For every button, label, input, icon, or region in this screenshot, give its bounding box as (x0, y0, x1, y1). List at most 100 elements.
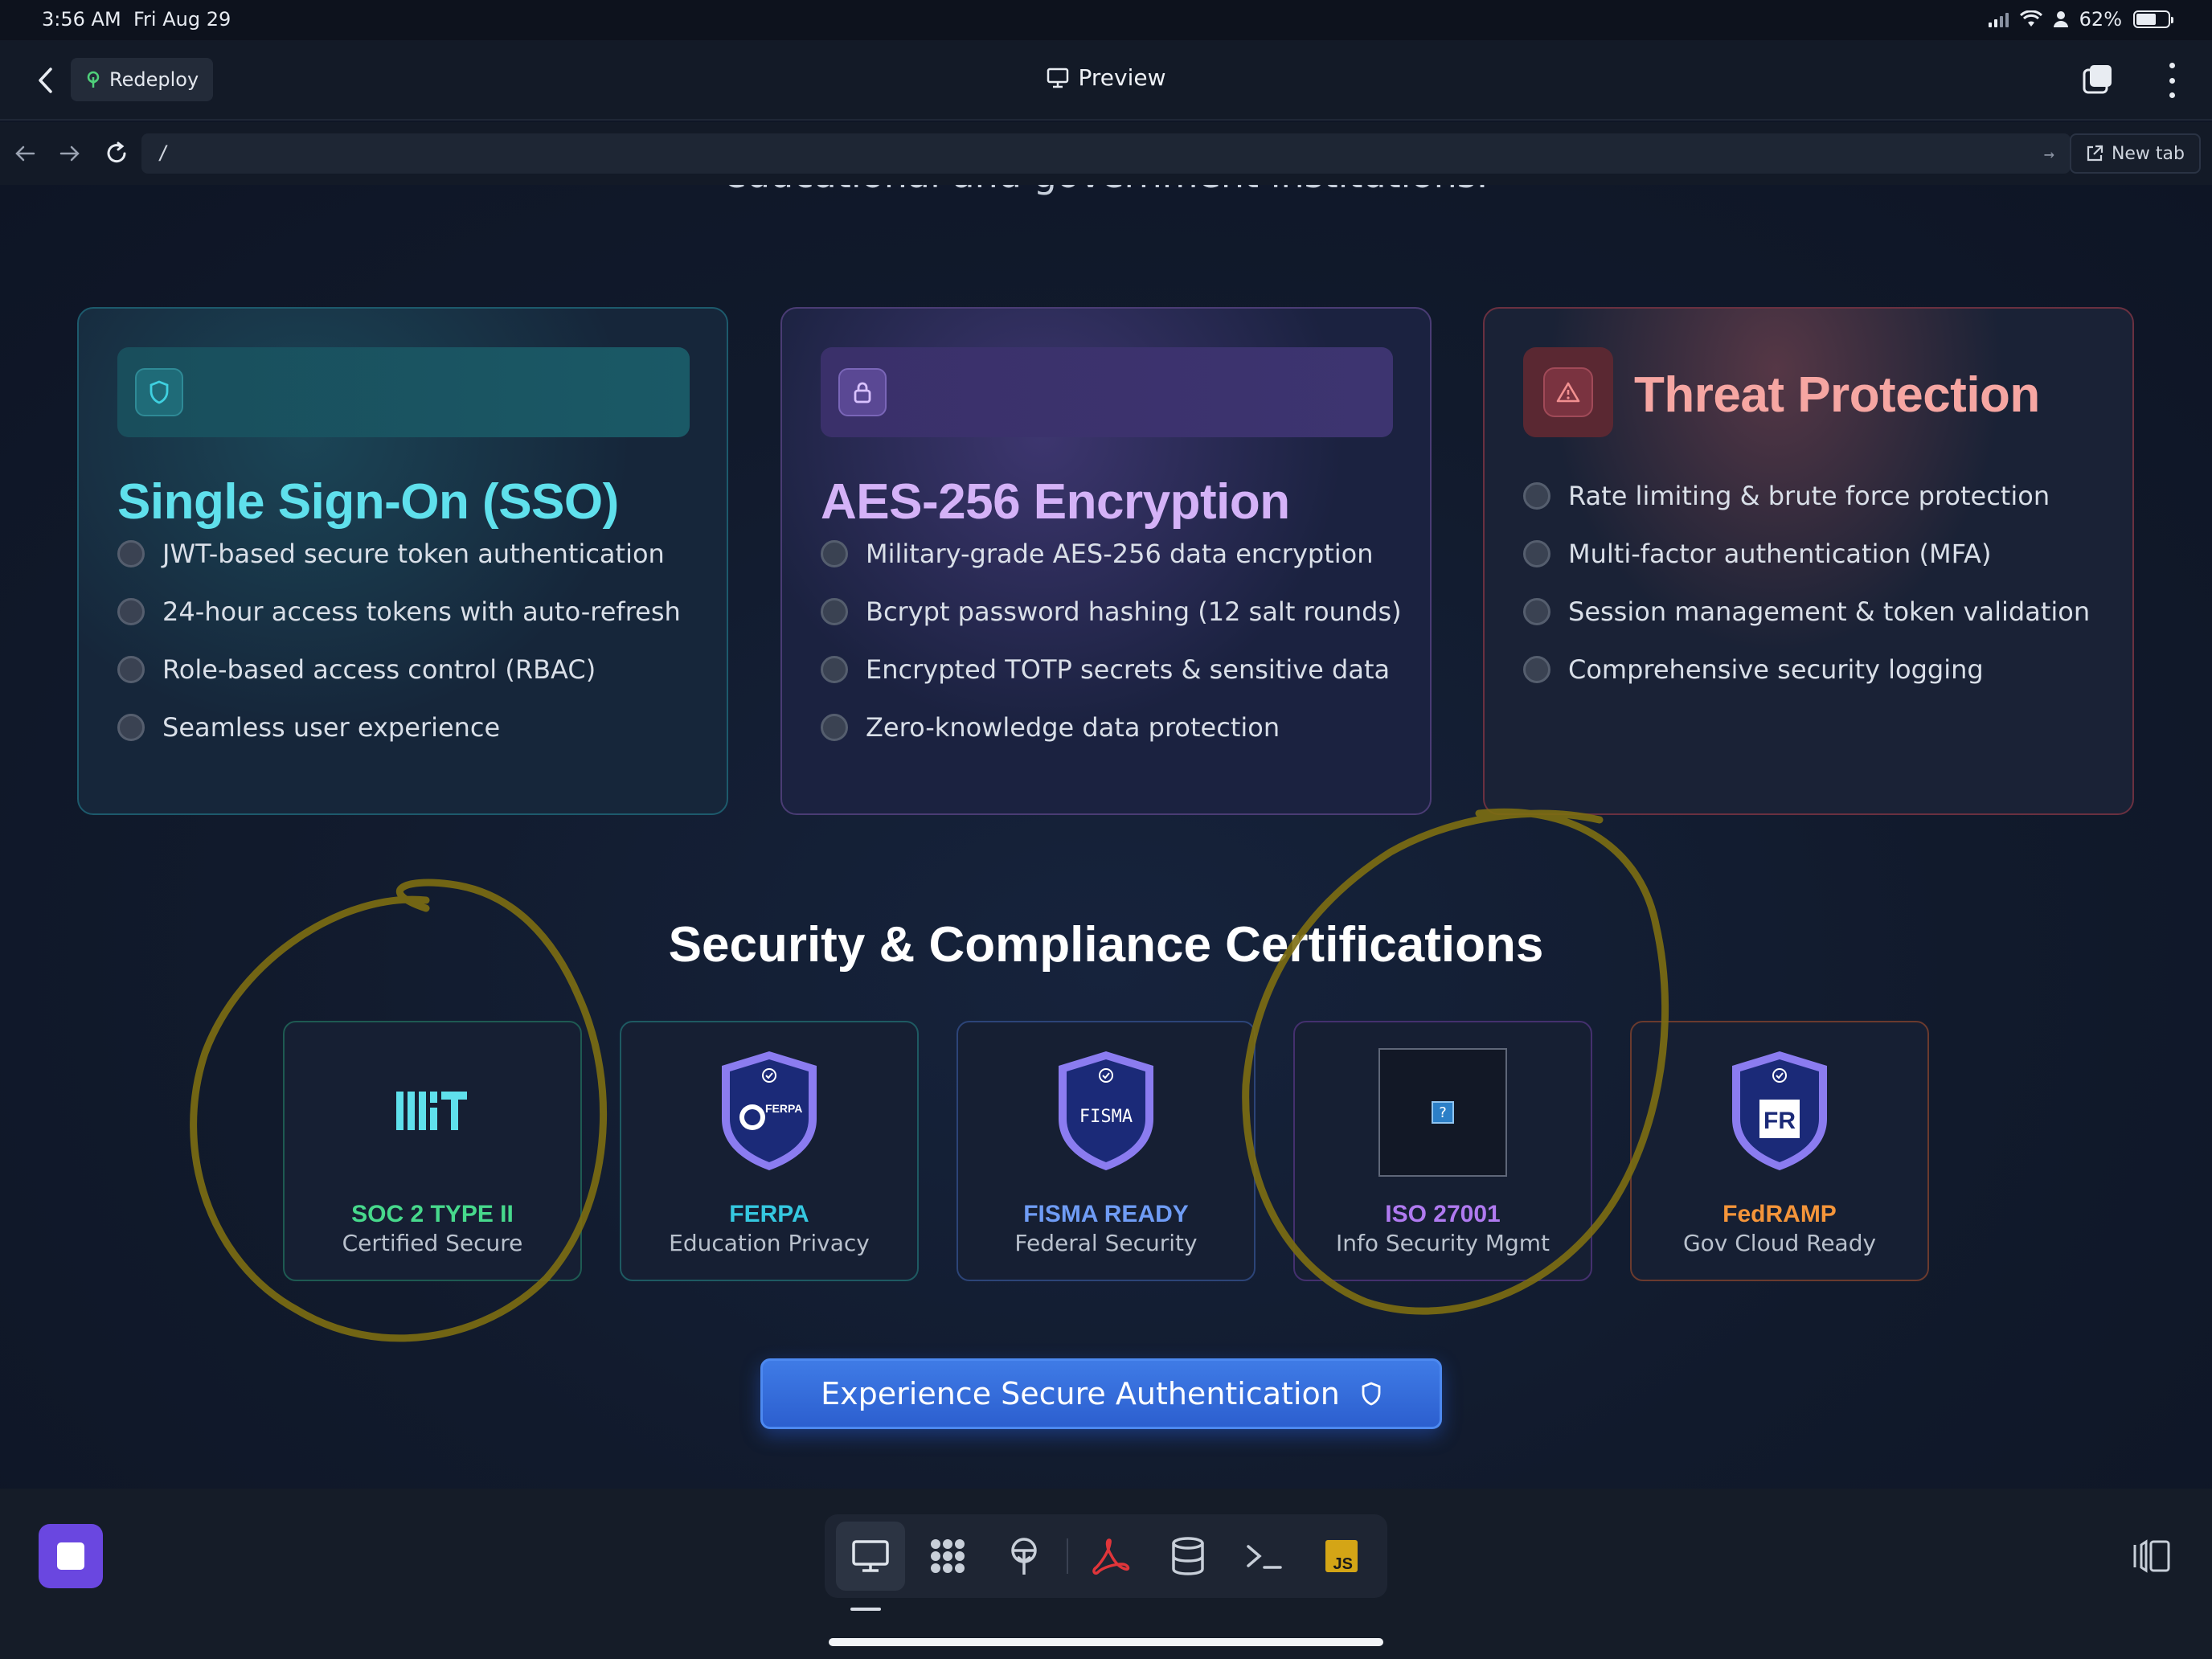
card-icon-container (1523, 347, 1613, 437)
go-arrow-icon[interactable]: → (2044, 145, 2054, 165)
feature-text: Role-based access control (RBAC) (162, 654, 596, 685)
feature-text: JWT-based secure token authentication (162, 539, 665, 569)
bullet-icon (117, 598, 145, 625)
experience-secure-auth-button[interactable]: Experience Secure Authentication (760, 1358, 1442, 1429)
feature-text: Encrypted TOTP secrets & sensitive data (866, 654, 1391, 685)
nav-forward-button[interactable] (56, 140, 84, 167)
wifi-icon (2019, 10, 2042, 27)
dock-apps-button[interactable] (913, 1522, 982, 1591)
feature-text: Comprehensive security logging (1568, 654, 1984, 685)
monitor-icon (852, 1540, 889, 1572)
bullet-icon (1523, 482, 1550, 510)
feature-text: Military-grade AES-256 data encryption (866, 539, 1374, 569)
bullet-icon (821, 540, 848, 567)
fisma-badge-text: FISMA (1079, 1107, 1133, 1127)
feature-text: Rate limiting & brute force protection (1568, 481, 2050, 511)
fedramp-badge-text: FR (1763, 1108, 1796, 1134)
cert-name: FISMA READY (1023, 1201, 1189, 1227)
apps-grid-icon (930, 1539, 965, 1573)
new-tab-button[interactable]: New tab (2069, 133, 2201, 174)
stop-button[interactable] (39, 1524, 103, 1588)
cert-name: ISO 27001 (1385, 1201, 1501, 1227)
arrow-left-icon (15, 145, 35, 162)
card-header-strip (117, 347, 690, 437)
feature-text: Bcrypt password hashing (12 salt rounds) (866, 596, 1402, 627)
cta-label: Experience Secure Authentication (821, 1376, 1340, 1411)
tool-dock: JS (825, 1514, 1387, 1598)
reload-button[interactable] (103, 140, 130, 167)
dock-database-button[interactable] (1153, 1522, 1223, 1591)
card-header-strip (821, 347, 1393, 437)
lock-icon (838, 368, 887, 416)
cert-name: FERPA (729, 1201, 809, 1227)
feature-text: Seamless user experience (162, 712, 501, 743)
shield-icon (1362, 1382, 1381, 1406)
home-indicator[interactable] (829, 1638, 1383, 1646)
stop-icon (57, 1542, 84, 1570)
dock-separator (1067, 1538, 1069, 1574)
status-time: 3:56 AM (42, 8, 121, 31)
bullet-icon (117, 540, 145, 567)
bullet-icon (1523, 540, 1550, 567)
feature-item: Rate limiting & brute force protection (1523, 481, 2050, 511)
cert-name: FedRAMP (1722, 1201, 1837, 1227)
bullet-icon (117, 714, 145, 741)
monitor-icon (1047, 68, 1068, 88)
pdf-icon (1092, 1538, 1130, 1575)
dock-deploy-button[interactable] (989, 1522, 1059, 1591)
feature-item: Bcrypt password hashing (12 salt rounds) (821, 596, 1402, 627)
feature-item: Role-based access control (RBAC) (117, 654, 596, 685)
nav-back-button[interactable] (11, 140, 39, 167)
status-bar: 3:56 AM Fri Aug 29 62% (0, 0, 2212, 40)
tabs-button[interactable] (2082, 63, 2114, 95)
tabs-icon (2083, 65, 2112, 94)
feature-item: Multi-factor authentication (MFA) (1523, 539, 1991, 569)
card-title: AES-256 Encryption (821, 474, 1290, 530)
dock-preview-button[interactable] (836, 1522, 905, 1591)
svg-text:JS: JS (1333, 1555, 1353, 1573)
url-input[interactable]: / → (141, 133, 2071, 174)
cert-subtitle: Info Security Mgmt (1336, 1230, 1550, 1256)
cert-card-ferpa: FERPA FERPA Education Privacy (620, 1021, 919, 1281)
bullet-icon (1523, 598, 1550, 625)
cert-card-iso: ? ISO 27001 Info Security Mgmt (1293, 1021, 1592, 1281)
feature-card-sso: Single Sign-On (SSO) JWT-based secure to… (77, 307, 728, 815)
external-link-icon (2087, 145, 2103, 162)
feature-text: Session management & token validation (1568, 596, 2091, 627)
preview-content: educational and government institutions.… (0, 185, 2212, 1489)
bullet-icon (117, 656, 145, 683)
feature-card-encryption: AES-256 Encryption Military-grade AES-25… (780, 307, 1432, 815)
feature-item: Military-grade AES-256 data encryption (821, 539, 1374, 569)
feature-card-threat: Threat Protection Rate limiting & brute … (1483, 307, 2134, 815)
certifications-title: Security & Compliance Certifications (668, 917, 1544, 973)
cellular-signal-icon (1988, 11, 2009, 27)
cert-subtitle: Federal Security (1014, 1230, 1198, 1256)
broken-image-icon: ? (1378, 1048, 1507, 1177)
more-options-icon[interactable] (2164, 63, 2180, 98)
bullet-icon (821, 714, 848, 741)
cert-subtitle: Gov Cloud Ready (1682, 1230, 1877, 1256)
cert-subtitle: Education Privacy (669, 1230, 870, 1256)
feature-item: 24-hour access tokens with auto-refresh (117, 596, 681, 627)
split-view-button[interactable] (2132, 1538, 2172, 1574)
fedramp-shield-icon: FR (1732, 1051, 1827, 1170)
card-title: Threat Protection (1634, 367, 2040, 423)
dock-pdf-button[interactable] (1076, 1522, 1145, 1591)
card-title: Single Sign-On (SSO) (117, 474, 619, 530)
feature-item: Seamless user experience (117, 712, 500, 743)
database-icon (1171, 1537, 1204, 1575)
battery-percent: 62% (2079, 8, 2122, 31)
cert-card-soc2: SOC 2 TYPE II Certified Secure (283, 1021, 582, 1281)
cert-card-fedramp: FR FedRAMP Gov Cloud Ready (1630, 1021, 1929, 1281)
cert-card-fisma: FISMA FISMA READY Federal Security (956, 1021, 1256, 1281)
reload-icon (107, 141, 126, 163)
dock-js-button[interactable]: JS (1307, 1522, 1376, 1591)
dock-terminal-button[interactable] (1231, 1522, 1300, 1591)
mit-logo (396, 1092, 467, 1130)
status-indicators: 62% (1988, 8, 2173, 31)
person-icon (2053, 11, 2068, 27)
status-date: Fri Aug 29 (133, 8, 231, 31)
browser-toolbar: / → New tab (0, 122, 2212, 185)
bottom-toolbar: JS (0, 1489, 2212, 1659)
feature-item: Session management & token validation (1523, 596, 2090, 627)
